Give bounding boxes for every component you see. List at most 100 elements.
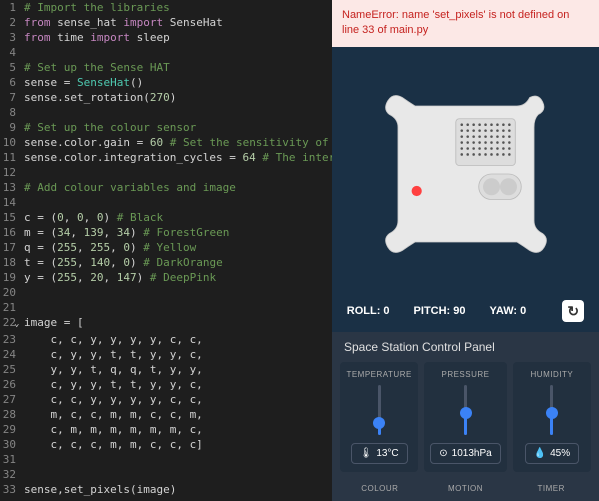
fold-chevron-icon[interactable]: ⌄ xyxy=(14,317,24,332)
code-line[interactable]: 33sense,set_pixels(image) xyxy=(0,482,332,497)
line-number: 7 xyxy=(0,90,24,105)
line-number: 9 xyxy=(0,120,24,135)
sense-hat-icon xyxy=(381,89,551,259)
code-line[interactable]: 6sense = SenseHat() xyxy=(0,75,332,90)
sensor-label: PRESSURE xyxy=(441,370,489,379)
refresh-icon: ↻ xyxy=(567,303,579,320)
code-line[interactable]: 26 c, y, y, t, t, y, y, c, xyxy=(0,377,332,392)
roll-readout: ROLL: 0 xyxy=(347,305,390,317)
code-content: c, y, y, t, t, y, y, c, xyxy=(24,377,203,392)
code-content: # Add colour variables and image xyxy=(24,180,236,195)
orientation-readout: ROLL: 0 PITCH: 90 YAW: 0 ↻ xyxy=(347,300,584,322)
code-line[interactable]: 10sense.color.gain = 60 # Set the sensit… xyxy=(0,135,332,150)
code-line[interactable]: 20 xyxy=(0,285,332,300)
line-number: 15 xyxy=(0,210,24,225)
line-number: 8 xyxy=(0,105,24,120)
code-line[interactable]: 25 y, y, t, q, q, t, y, y, xyxy=(0,362,332,377)
code-line[interactable]: 32 xyxy=(0,467,332,482)
line-number: 18 xyxy=(0,255,24,270)
code-line[interactable]: 2from sense_hat import SenseHat xyxy=(0,15,332,30)
code-line[interactable]: 1# Import the libraries xyxy=(0,0,332,15)
line-number: 20 xyxy=(0,285,24,300)
line-number: 30 xyxy=(0,437,24,452)
code-content: # Set up the Sense HAT xyxy=(24,60,170,75)
code-content: m = (34, 139, 34) # ForestGreen xyxy=(24,225,229,240)
code-line[interactable]: 13# Add colour variables and image xyxy=(0,180,332,195)
code-content: ⌄image = [ xyxy=(24,315,84,332)
code-line[interactable]: 9# Set up the colour sensor xyxy=(0,120,332,135)
line-number: 23 xyxy=(0,332,24,347)
line-number: 2 xyxy=(0,15,24,30)
line-number: 4 xyxy=(0,45,24,60)
code-content: sense,set_pixels(image) xyxy=(24,482,176,497)
sense-hat-simulator: ROLL: 0 PITCH: 90 YAW: 0 ↻ xyxy=(332,47,599,332)
sensor-tab[interactable]: COLOUR xyxy=(340,480,420,497)
line-number: 26 xyxy=(0,377,24,392)
code-content: from sense_hat import SenseHat xyxy=(24,15,223,30)
sensor-tab[interactable]: TIMER xyxy=(511,480,591,497)
line-number: 10 xyxy=(0,135,24,150)
line-number: 14 xyxy=(0,195,24,210)
code-line[interactable]: 16m = (34, 139, 34) # ForestGreen xyxy=(0,225,332,240)
code-line[interactable]: 29 c, m, m, m, m, m, m, c, xyxy=(0,422,332,437)
code-line[interactable]: 24 c, y, y, t, t, y, y, c, xyxy=(0,347,332,362)
line-number: 27 xyxy=(0,392,24,407)
sensor-card: TEMPERATURE🌡13°C xyxy=(340,362,418,472)
code-content: y, y, t, q, q, t, y, y, xyxy=(24,362,203,377)
code-line[interactable]: 3from time import sleep xyxy=(0,30,332,45)
code-line[interactable]: 7sense.set_rotation(270) xyxy=(0,90,332,105)
line-number: 6 xyxy=(0,75,24,90)
code-content: # Import the libraries xyxy=(24,0,170,15)
sensor-row: TEMPERATURE🌡13°CPRESSURE⊙1013hPaHUMIDITY… xyxy=(332,362,599,480)
code-line[interactable]: 8 xyxy=(0,105,332,120)
sensor-icon: 🌡 xyxy=(360,448,373,459)
code-line[interactable]: 14 xyxy=(0,195,332,210)
code-line[interactable]: 21 xyxy=(0,300,332,315)
reset-orientation-button[interactable]: ↻ xyxy=(562,300,584,322)
line-number: 33 xyxy=(0,482,24,497)
sensor-slider[interactable] xyxy=(464,385,467,435)
code-content: q = (255, 255, 0) # Yellow xyxy=(24,240,196,255)
right-panel: NameError: name 'set_pixels' is not defi… xyxy=(332,0,599,501)
code-editor[interactable]: 1# Import the libraries2from sense_hat i… xyxy=(0,0,332,501)
code-line[interactable]: 15c = (0, 0, 0) # Black xyxy=(0,210,332,225)
line-number: 11 xyxy=(0,150,24,165)
code-content: c, m, m, m, m, m, m, c, xyxy=(24,422,203,437)
code-line[interactable]: 5# Set up the Sense HAT xyxy=(0,60,332,75)
line-number: 12 xyxy=(0,165,24,180)
code-content: c, c, y, y, y, y, c, c, xyxy=(24,332,203,347)
line-number: 3 xyxy=(0,30,24,45)
line-number: 29 xyxy=(0,422,24,437)
code-content: sense.color.gain = 60 # Set the sensitiv… xyxy=(24,135,329,150)
code-line[interactable]: 4 xyxy=(0,45,332,60)
code-line[interactable]: 11sense.color.integration_cycles = 64 # … xyxy=(0,150,332,165)
code-line[interactable]: 18t = (255, 140, 0) # DarkOrange xyxy=(0,255,332,270)
sensor-tab[interactable]: MOTION xyxy=(426,480,506,497)
code-content: sense = SenseHat() xyxy=(24,75,143,90)
code-line[interactable]: 23 c, c, y, y, y, y, c, c, xyxy=(0,332,332,347)
code-content: y = (255, 20, 147) # DeepPink xyxy=(24,270,216,285)
code-content: # Set up the colour sensor xyxy=(24,120,196,135)
sensor-row-2: COLOUR MOTION TIMER xyxy=(332,480,599,501)
code-line[interactable]: 27 c, c, y, y, y, y, c, c, xyxy=(0,392,332,407)
sensor-slider[interactable] xyxy=(550,385,553,435)
code-line[interactable]: 17q = (255, 255, 0) # Yellow xyxy=(0,240,332,255)
sensor-card: HUMIDITY💧45% xyxy=(513,362,591,472)
code-line[interactable]: 31 xyxy=(0,452,332,467)
code-content: m, c, c, m, m, c, c, m, xyxy=(24,407,203,422)
code-line[interactable]: 22⌄image = [ xyxy=(0,315,332,332)
code-line[interactable]: 19y = (255, 20, 147) # DeepPink xyxy=(0,270,332,285)
control-panel: Space Station Control Panel TEMPERATURE🌡… xyxy=(332,332,599,501)
code-line[interactable]: 28 m, c, c, m, m, c, c, m, xyxy=(0,407,332,422)
line-number: 24 xyxy=(0,347,24,362)
code-content: c, c, c, m, m, c, c, c] xyxy=(24,437,203,452)
code-line[interactable]: 12 xyxy=(0,165,332,180)
line-number: 28 xyxy=(0,407,24,422)
sensor-card: PRESSURE⊙1013hPa xyxy=(424,362,506,472)
code-line[interactable]: 30 c, c, c, m, m, c, c, c] xyxy=(0,437,332,452)
line-number: 19 xyxy=(0,270,24,285)
line-number: 5 xyxy=(0,60,24,75)
line-number: 17 xyxy=(0,240,24,255)
sensor-label: TEMPERATURE xyxy=(346,370,411,379)
sensor-slider[interactable] xyxy=(378,385,381,435)
